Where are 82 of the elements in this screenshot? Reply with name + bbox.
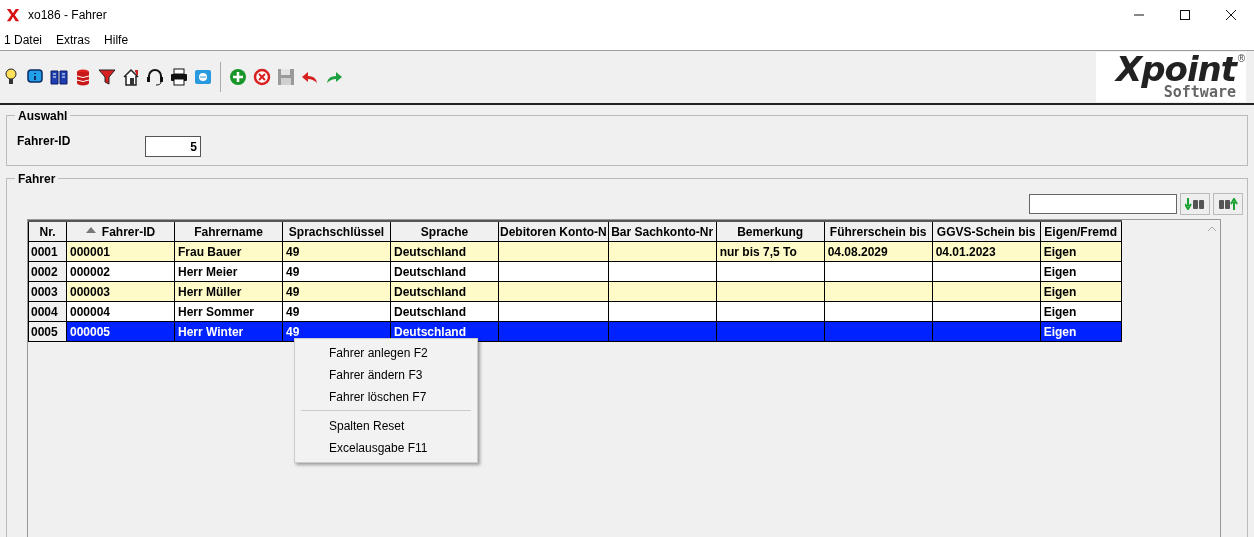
table-cell: 0005	[31, 324, 58, 339]
house-icon[interactable]	[122, 68, 140, 86]
column-header[interactable]: Sprache	[390, 221, 499, 242]
table-cell: 000003	[70, 284, 111, 299]
table-row[interactable]: 0005 000005 Herr Winter 49 Deutschland Eigen	[28, 321, 1122, 342]
lightbulb-icon[interactable]	[2, 68, 20, 86]
table-cell: 000001	[70, 244, 111, 259]
table-cell: Deutschland	[394, 284, 466, 299]
table-cell: Deutschland	[394, 244, 466, 259]
search-up-button[interactable]	[1213, 193, 1243, 215]
book-icon[interactable]	[50, 68, 68, 86]
filter-icon[interactable]	[98, 68, 116, 86]
info-icon[interactable]	[26, 68, 44, 86]
company-logo: Xpoint® Software	[1096, 52, 1246, 102]
table-cell: Herr Meier	[178, 264, 238, 279]
table-cell: 0004	[31, 304, 58, 319]
find-next-icon	[1185, 198, 1205, 210]
column-header[interactable]: Fahrer-ID	[66, 221, 175, 242]
search-down-button[interactable]	[1180, 193, 1210, 215]
table-cell: 49	[286, 264, 300, 279]
table-cell: Herr Winter	[178, 324, 244, 339]
add-icon[interactable]	[229, 68, 247, 86]
context-menu-item[interactable]: Fahrer ändern F3	[295, 364, 477, 386]
column-header[interactable]: Sprachschlüssel	[282, 221, 391, 242]
column-header[interactable]: GGVS-Schein bis	[932, 221, 1041, 242]
input-field[interactable]: 5	[145, 136, 201, 157]
window-title: xo186 - Fahrer	[28, 8, 107, 22]
field-label: Fahrer-ID	[17, 133, 72, 148]
remote-icon[interactable]	[194, 68, 212, 86]
close-icon[interactable]	[1226, 10, 1236, 20]
table-cell: Eigen	[1043, 284, 1077, 299]
table-cell: 04.08.2029	[827, 244, 888, 259]
find-previous-icon	[1218, 198, 1238, 210]
table-cell: 000004	[70, 304, 111, 319]
panel-legend: Fahrer	[15, 172, 59, 186]
table-row[interactable]: 0001 000001 Frau Bauer 49 Deutschland nur bis 7,5 To 04.08.2029 04.01.2023 Eigen	[28, 241, 1122, 262]
column-header[interactable]: Bemerkung	[716, 221, 825, 242]
menu-item[interactable]: Extras	[56, 33, 91, 47]
table-cell: Deutschland	[394, 304, 466, 319]
table-cell: Eigen	[1043, 264, 1077, 279]
context-menu-item[interactable]: Excelausgabe F11	[295, 437, 477, 459]
table-cell: Herr Müller	[178, 284, 242, 299]
table-cell: 0002	[31, 264, 58, 279]
table-cell: 04.01.2023	[935, 244, 996, 259]
table-cell: 49	[286, 324, 300, 339]
column-header[interactable]: Eigen/Fremd	[1040, 221, 1122, 242]
table-cell: Eigen	[1043, 244, 1077, 259]
table-cell: 49	[286, 284, 300, 299]
table-cell: Deutschland	[394, 324, 466, 339]
print-icon[interactable]	[170, 68, 188, 86]
table-cell: Deutschland	[394, 264, 466, 279]
context-menu-item[interactable]: Fahrer löschen F7	[295, 386, 477, 408]
menu-item[interactable]: 1 Datei	[4, 33, 43, 47]
column-header[interactable]: Debitoren Konto-N	[498, 221, 609, 242]
table-row[interactable]: 0003 000003 Herr Müller 49 Deutschland Eigen	[28, 281, 1122, 302]
maximize-icon[interactable]	[1180, 10, 1190, 20]
table-cell: 49	[286, 304, 300, 319]
table-cell: nur bis 7,5 To	[719, 244, 797, 259]
table-cell: Herr Sommer	[178, 304, 255, 319]
headset-icon[interactable]	[146, 68, 164, 86]
column-header[interactable]: Fahrername	[174, 221, 283, 242]
table-cell: Eigen	[1043, 304, 1077, 319]
database-icon[interactable]	[74, 68, 92, 86]
app-logo-icon	[6, 7, 20, 23]
panel-legend: Auswahl	[15, 109, 71, 123]
context-menu-item[interactable]: Spalten Reset	[295, 415, 477, 437]
table-cell: 0001	[31, 244, 58, 259]
menu-item[interactable]: Hilfe	[104, 33, 129, 47]
context-menu-item[interactable]: Fahrer anlegen F2	[295, 342, 477, 364]
table-cell: 000005	[70, 324, 111, 339]
table-cell: 0003	[31, 284, 58, 299]
table-row[interactable]: 0004 000004 Herr Sommer 49 Deutschland Eigen	[28, 301, 1122, 322]
column-header[interactable]: Bar Sachkonto-Nr	[608, 221, 717, 242]
table-cell: Eigen	[1043, 324, 1077, 339]
search-field[interactable]	[1029, 194, 1177, 214]
table-row[interactable]: 0002 000002 Herr Meier 49 Deutschland Eigen	[28, 261, 1122, 282]
table-cell: 000002	[70, 264, 111, 279]
column-header[interactable]: Nr.	[28, 221, 67, 242]
table-cell: 49	[286, 244, 300, 259]
column-header[interactable]: Führerschein bis	[824, 221, 933, 242]
table-cell: Frau Bauer	[178, 244, 242, 259]
cancel-icon[interactable]	[253, 68, 271, 86]
